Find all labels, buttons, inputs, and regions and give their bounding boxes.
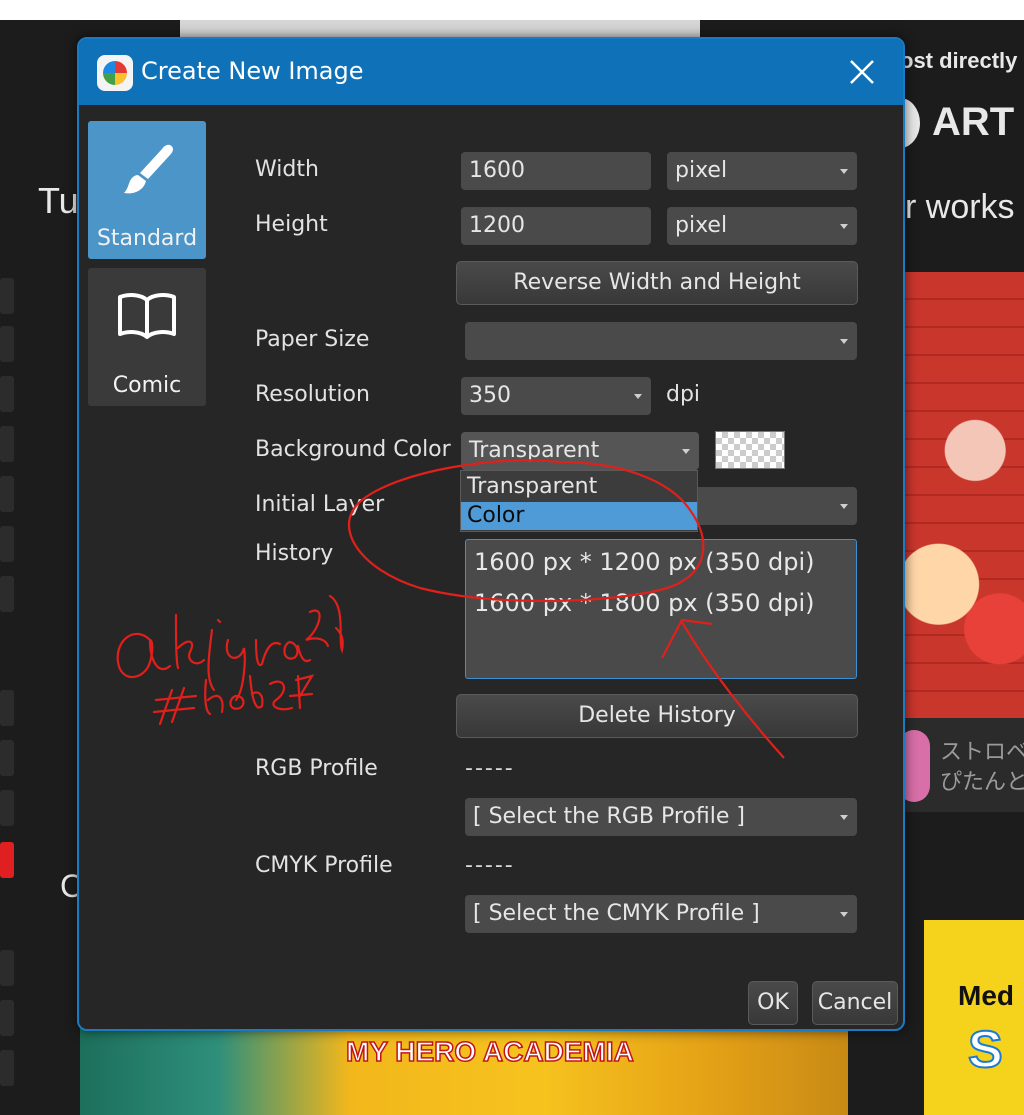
sidebar-strip[interactable] xyxy=(0,526,14,562)
history-item[interactable]: 1600 px * 1200 px (350 dpi) xyxy=(474,548,814,576)
background-heading-left: Tu xyxy=(38,180,79,221)
width-label: Width xyxy=(255,157,319,182)
rgb-profile-label: RGB Profile xyxy=(255,756,378,781)
resolution-label: Resolution xyxy=(255,382,370,407)
cmyk-profile-label: CMYK Profile xyxy=(255,853,393,878)
delete-history-button[interactable]: Delete History xyxy=(456,694,858,738)
cancel-button[interactable]: Cancel xyxy=(812,981,898,1025)
sidebar-strip[interactable] xyxy=(0,690,14,726)
paper-size-select[interactable] xyxy=(465,322,857,360)
tab-standard[interactable]: Standard xyxy=(88,121,206,259)
sidebar-strip-active[interactable] xyxy=(0,842,14,878)
paper-size-label: Paper Size xyxy=(255,327,370,352)
width-unit-select[interactable]: pixel xyxy=(667,152,857,190)
background-heading-right: r works xyxy=(905,188,1015,226)
close-icon xyxy=(850,60,874,84)
rgb-profile-select[interactable]: [ Select the RGB Profile ] xyxy=(465,798,857,836)
background-banner-letter: S xyxy=(967,1020,1004,1080)
initial-layer-label: Initial Layer xyxy=(255,492,385,517)
sidebar-strip[interactable] xyxy=(0,950,14,986)
ok-button[interactable]: OK xyxy=(748,981,798,1025)
background-banner-yellow[interactable] xyxy=(924,920,1024,1115)
background-color-swatch[interactable] xyxy=(715,431,785,469)
cmyk-profile-value: ----- xyxy=(465,853,515,878)
tab-comic-label: Comic xyxy=(112,373,182,398)
background-color-dropdown: Transparent Color xyxy=(460,470,698,532)
dialog-titlebar[interactable]: Create New Image xyxy=(79,39,903,105)
sidebar-strip[interactable] xyxy=(0,1050,14,1086)
resolution-select[interactable]: 350 xyxy=(461,377,651,415)
background-color-select[interactable]: Transparent xyxy=(461,432,699,470)
close-button[interactable] xyxy=(843,53,881,91)
history-list[interactable]: 1600 px * 1200 px (350 dpi) 1600 px * 18… xyxy=(465,539,857,679)
background-left-sidebar xyxy=(0,270,14,1115)
rgb-profile-value: ----- xyxy=(465,756,515,781)
history-item[interactable]: 1600 px * 1800 px (350 dpi) xyxy=(474,589,814,617)
width-input[interactable]: 1600 xyxy=(461,152,651,190)
height-input[interactable]: 1200 xyxy=(461,207,651,245)
history-label: History xyxy=(255,541,334,566)
brush-icon xyxy=(124,144,173,194)
tab-comic[interactable]: Comic xyxy=(88,268,206,406)
sidebar-strip[interactable] xyxy=(0,1000,14,1036)
height-unit-select[interactable]: pixel xyxy=(667,207,857,245)
resolution-unit: dpi xyxy=(666,382,701,407)
dialog-title: Create New Image xyxy=(141,57,364,85)
background-color-label: Background Color xyxy=(255,437,451,462)
sidebar-strip[interactable] xyxy=(0,326,14,362)
create-new-image-dialog: Create New Image Standard Comic Width 16… xyxy=(77,37,905,1031)
background-arts-text: ART xyxy=(932,100,1015,144)
reverse-width-height-button[interactable]: Reverse Width and Height xyxy=(456,261,858,305)
background-post-text: ost directly xyxy=(900,48,1018,73)
cmyk-profile-select[interactable]: [ Select the CMYK Profile ] xyxy=(465,895,857,933)
background-card-line2: ぴたんと xyxy=(940,770,1024,795)
app-logo-icon xyxy=(97,55,133,91)
background-banner-text: Med xyxy=(958,980,1014,1011)
sidebar-strip[interactable] xyxy=(0,790,14,826)
browser-top-strip xyxy=(0,0,1024,20)
background-top-artwork xyxy=(180,20,700,38)
sidebar-strip[interactable] xyxy=(0,376,14,412)
sidebar-strip[interactable] xyxy=(0,426,14,462)
sidebar-strip[interactable] xyxy=(0,740,14,776)
background-bottom-banner-title: MY HERO ACADEMIA xyxy=(345,1035,634,1068)
background-card-title[interactable]: ストロベ ぴたんと xyxy=(940,738,1024,798)
book-icon xyxy=(118,293,176,339)
dropdown-option-color[interactable]: Color xyxy=(461,502,697,530)
background-card-line1: ストロベ xyxy=(940,740,1024,765)
tab-standard-label: Standard xyxy=(96,226,198,251)
background-artwork-thumbnail[interactable] xyxy=(902,272,1024,718)
height-label: Height xyxy=(255,212,328,237)
sidebar-strip[interactable] xyxy=(0,278,14,314)
sidebar-strip[interactable] xyxy=(0,576,14,612)
sidebar-strip[interactable] xyxy=(0,476,14,512)
dropdown-option-transparent[interactable]: Transparent xyxy=(461,473,697,501)
